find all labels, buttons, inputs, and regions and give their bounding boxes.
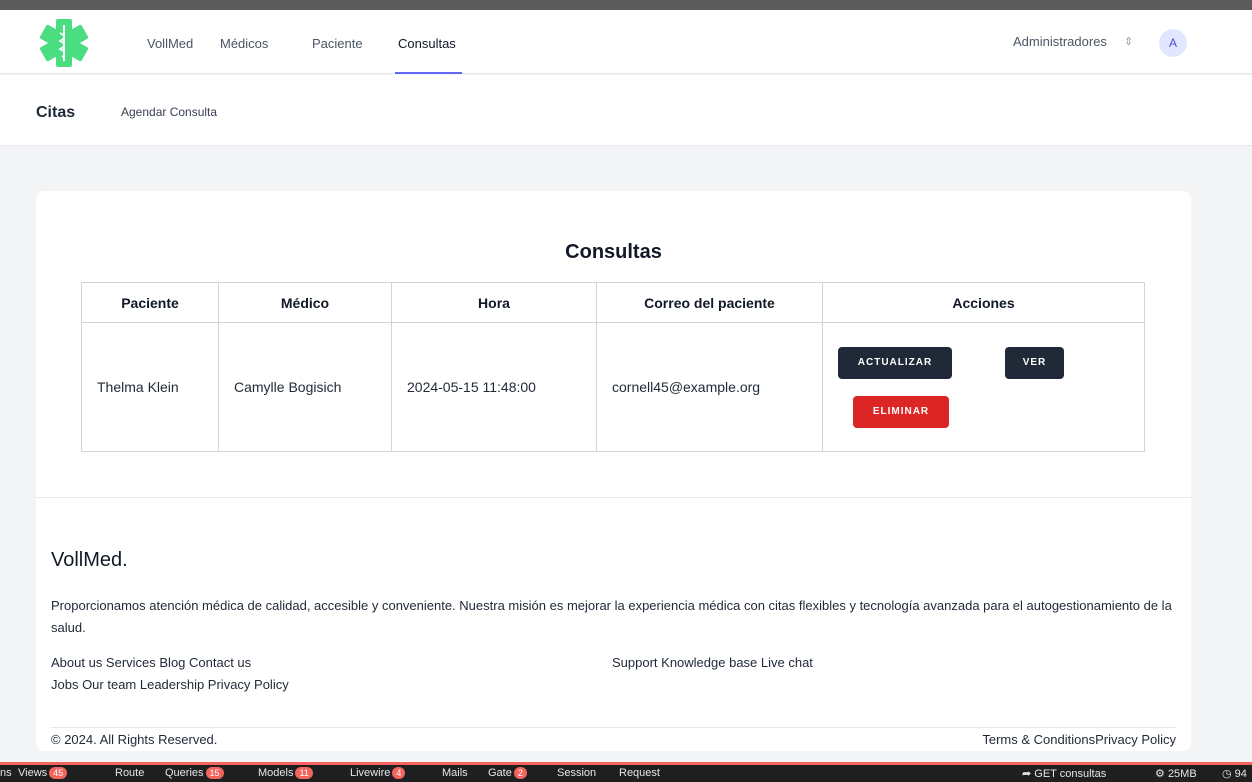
nav-link-medicos[interactable]: Médicos	[220, 36, 268, 51]
footer-links-support[interactable]: Support Knowledge base Live chat	[612, 652, 813, 674]
debugbar-tab-gate[interactable]: Gate 2	[488, 767, 527, 779]
nav-link-vollmed[interactable]: VollMed	[147, 36, 193, 51]
view-button[interactable]: VER	[1005, 347, 1064, 379]
footer-links-row1[interactable]: About us Services Blog Contact us	[51, 652, 251, 674]
user-menu-dropdown[interactable]: Administradores	[1013, 34, 1107, 49]
column-header-hora: Hora	[391, 282, 597, 323]
table-header-row: Paciente Médico Hora Correo del paciente…	[81, 282, 1145, 323]
footer-divider	[51, 727, 1176, 728]
active-tab-indicator	[395, 72, 462, 74]
main-card: Consultas Paciente Médico Hora Correo de…	[36, 191, 1191, 751]
delete-button[interactable]: ELIMINAR	[853, 396, 949, 428]
schedule-appointment-link[interactable]: Agendar Consulta	[121, 105, 217, 119]
livewire-count-badge: 4	[392, 767, 406, 779]
views-count-badge: 45	[49, 767, 68, 779]
chevron-up-down-icon[interactable]: ⇕	[1124, 35, 1133, 48]
debugbar-tab-route[interactable]: Route	[115, 767, 144, 779]
models-count-badge: 11	[295, 767, 313, 779]
table-title: Consultas	[565, 241, 662, 263]
section-divider	[36, 497, 1191, 498]
debugbar-tab-livewire[interactable]: Livewire 4	[350, 767, 406, 779]
footer-brand: VollMed.	[51, 549, 128, 571]
update-button[interactable]: ACTUALIZAR	[838, 347, 952, 379]
gate-count-badge: 2	[513, 767, 527, 779]
debugbar-memory[interactable]: ⚙ 25MB	[1155, 767, 1197, 780]
debugbar-tab-models[interactable]: Models 11	[258, 767, 313, 779]
debugbar-tab-queries[interactable]: Queries 15	[165, 767, 224, 779]
cell-correo: cornell45@example.org	[596, 322, 823, 452]
debugbar-tab-session[interactable]: Session	[557, 767, 596, 779]
nav-link-consultas[interactable]: Consultas	[398, 36, 456, 51]
column-header-correo: Correo del paciente	[596, 282, 823, 323]
gear-icon: ⚙	[1155, 768, 1165, 780]
debug-bar: ns Views 45 Route Queries 15 Models 11 Live…	[0, 762, 1252, 782]
nav-link-paciente[interactable]: Paciente	[312, 36, 363, 51]
medical-star-logo-icon[interactable]	[36, 18, 92, 68]
table-row: Thelma Klein Camylle Bogisich 2024-05-15…	[81, 322, 1145, 452]
share-arrow-icon: ➦	[1022, 768, 1032, 780]
copyright: © 2024. All Rights Reserved.	[51, 732, 218, 747]
browser-top-strip	[0, 0, 1252, 10]
page-title: Citas	[36, 104, 76, 121]
debugbar-tab-request[interactable]: Request	[619, 767, 660, 779]
page-subheader: Citas Agendar Consulta	[0, 75, 1252, 146]
clock-icon: ◷	[1222, 768, 1232, 780]
column-header-paciente: Paciente	[81, 282, 219, 323]
column-header-acciones: Acciones	[822, 282, 1145, 323]
appointments-table: Paciente Médico Hora Correo del paciente…	[81, 282, 1145, 452]
avatar[interactable]: A	[1159, 29, 1187, 57]
debugbar-tab-ns[interactable]: ns	[0, 767, 12, 779]
footer-links-row2[interactable]: Jobs Our team Leadership Privacy Policy	[51, 674, 289, 696]
top-navigation: VollMed Médicos Paciente Consultas Admin…	[0, 10, 1252, 74]
queries-count-badge: 15	[205, 767, 224, 779]
cell-paciente: Thelma Klein	[81, 322, 219, 452]
cell-medico: Camylle Bogisich	[218, 322, 392, 452]
debugbar-tab-mails[interactable]: Mails	[442, 767, 468, 779]
cell-acciones: ACTUALIZAR VER ELIMINAR	[822, 322, 1145, 452]
terms-links[interactable]: Terms & ConditionsPrivacy Policy	[982, 732, 1176, 747]
cell-hora: 2024-05-15 11:48:00	[391, 322, 597, 452]
debugbar-time[interactable]: ◷ 94	[1222, 767, 1247, 780]
debugbar-route-indicator[interactable]: ➦ GET consultas	[1022, 767, 1106, 780]
debugbar-tab-views[interactable]: Views 45	[18, 767, 68, 779]
footer-description: Proporcionamos atención médica de calida…	[51, 598, 1172, 635]
column-header-medico: Médico	[218, 282, 392, 323]
